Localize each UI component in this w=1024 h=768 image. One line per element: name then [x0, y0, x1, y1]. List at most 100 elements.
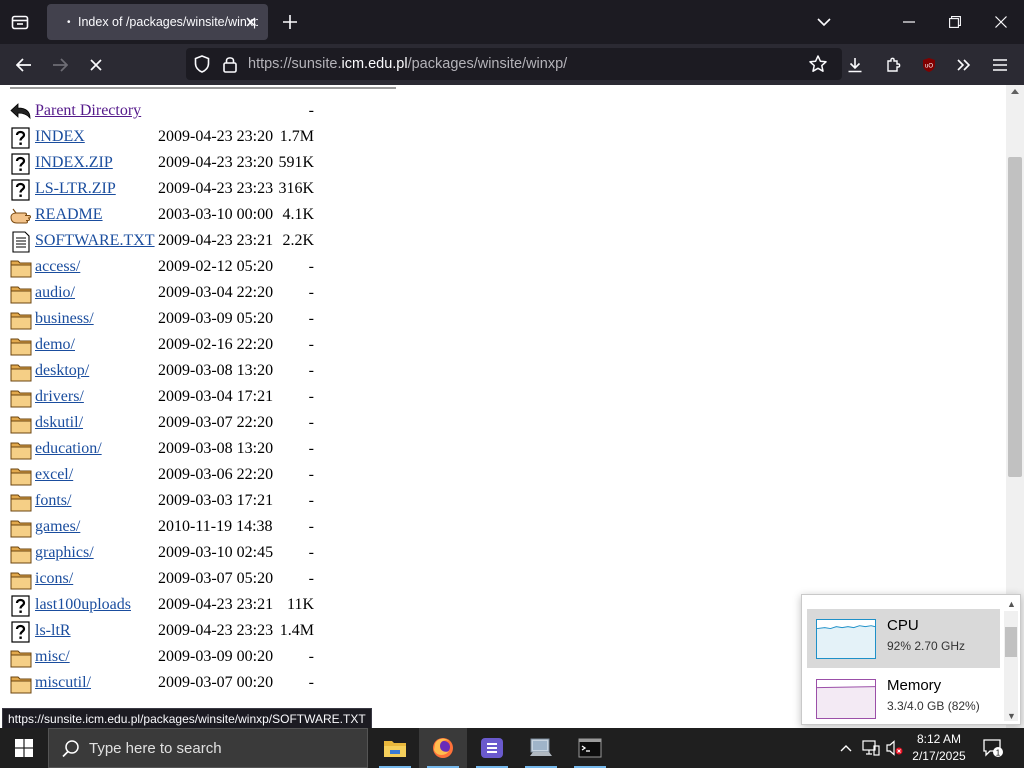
close-icon [995, 16, 1007, 28]
address-bar[interactable]: https://sunsite.icm.edu.pl/packages/wins… [186, 48, 842, 80]
stop-icon [90, 59, 102, 71]
list-all-tabs-button[interactable] [810, 8, 838, 36]
listing-link[interactable]: access/ [35, 258, 80, 276]
taskbar-search[interactable]: Type here to search [48, 728, 368, 768]
more-tools-button[interactable] [949, 50, 979, 80]
listing-date: 2009-04-23 23:21 [158, 596, 274, 613]
network-app[interactable] [517, 728, 565, 768]
extensions-button[interactable] [878, 50, 908, 80]
parent-directory-link[interactable]: Parent Directory [35, 102, 141, 120]
start-button[interactable] [0, 728, 48, 768]
listing-date: 2009-03-07 05:20 [158, 570, 274, 587]
url-text[interactable]: https://sunsite.icm.edu.pl/packages/wins… [248, 56, 567, 72]
chevron-up-icon[interactable]: ▲ [1007, 599, 1016, 609]
minimize-button[interactable] [886, 0, 932, 44]
hamburger-menu-icon [993, 59, 1007, 71]
listing-link[interactable]: INDEX.ZIP [35, 154, 113, 172]
new-tab-button[interactable] [276, 8, 304, 36]
cpu-graph [816, 619, 876, 659]
listing-row: dskutil/2009-03-07 22:20 - [10, 411, 330, 437]
listing-size: - [308, 440, 314, 457]
terminal-app[interactable] [566, 728, 614, 768]
horizontal-rule [10, 87, 396, 89]
listing-link[interactable]: audio/ [35, 284, 75, 302]
folder-icon [10, 572, 32, 590]
lock-icon[interactable] [220, 54, 240, 74]
maximize-button[interactable] [932, 0, 978, 44]
listing-link[interactable]: games/ [35, 518, 80, 536]
flyout-scroll-thumb[interactable] [1005, 627, 1017, 657]
back-button[interactable] [9, 50, 39, 80]
app-menu-button[interactable] [985, 50, 1015, 80]
folder-icon [10, 468, 32, 486]
listing-link[interactable]: SOFTWARE.TXT [35, 232, 155, 250]
listing-link[interactable]: fonts/ [35, 492, 71, 510]
close-window-button[interactable] [978, 0, 1024, 44]
listing-link[interactable]: miscutil/ [35, 674, 91, 692]
listing-link[interactable]: README [35, 206, 103, 224]
firefox-app[interactable] [419, 728, 467, 768]
listing-size: 316K [278, 180, 314, 197]
listing-link[interactable]: business/ [35, 310, 94, 328]
listing-size: - [308, 310, 314, 327]
text-editor-app[interactable] [468, 728, 516, 768]
bookmark-star-icon[interactable] [808, 54, 828, 74]
listing-size: 11K [287, 596, 314, 613]
computer-network-icon [530, 738, 552, 756]
listing-link[interactable]: excel/ [35, 466, 73, 484]
file-explorer-app[interactable] [371, 728, 419, 768]
taskbar-clock[interactable]: 8:12 AM 2/17/2025 [904, 731, 974, 765]
firefox-view-button[interactable] [6, 8, 34, 36]
shield-icon[interactable] [192, 54, 212, 74]
listing-size: - [308, 336, 314, 353]
listing-link[interactable]: icons/ [35, 570, 73, 588]
listing-link[interactable]: drivers/ [35, 388, 84, 406]
listing-date: 2009-02-16 22:20 [158, 336, 274, 353]
unknown-file-icon [11, 127, 30, 149]
listing-size: - [308, 544, 314, 561]
cpu-item[interactable]: CPU 92% 2.70 GHz [807, 609, 1000, 668]
terminal-icon [578, 738, 602, 758]
listing-link[interactable]: ls-ltR [35, 622, 71, 640]
scrollbar-thumb[interactable] [1008, 157, 1022, 477]
listing-row: ls-ltR 2009-04-23 23:23 1.4M [10, 619, 330, 645]
listing-link[interactable]: LS-LTR.ZIP [35, 180, 116, 198]
folder-icon [10, 416, 32, 434]
listing-link[interactable]: misc/ [35, 648, 70, 666]
minimize-icon [903, 21, 915, 23]
listing-link[interactable]: demo/ [35, 336, 75, 354]
volume-tray-button[interactable] [884, 728, 906, 768]
chevron-up-icon [840, 745, 852, 752]
folder-icon [384, 741, 406, 757]
memory-item[interactable]: Memory 3.3/4.0 GB (82%) [807, 669, 1000, 728]
listing-link[interactable]: desktop/ [35, 362, 89, 380]
chevron-down-icon[interactable]: ▼ [1007, 711, 1016, 721]
active-tab[interactable]: • Index of /packages/winsite/winxp/ [47, 4, 268, 40]
memory-title: Memory [887, 677, 942, 694]
stop-button[interactable] [81, 50, 111, 80]
listing-row: miscutil/2009-03-07 00:20 - [10, 671, 330, 697]
listing-size: 4.1K [282, 206, 314, 223]
close-icon [246, 17, 256, 27]
tab-close-button[interactable] [242, 13, 260, 31]
scroll-up-arrow-icon[interactable] [1011, 89, 1019, 94]
listing-link[interactable]: INDEX [35, 128, 85, 146]
network-tray-button[interactable] [860, 728, 882, 768]
listing-date: 2009-03-06 22:20 [158, 466, 274, 483]
listing-link[interactable]: graphics/ [35, 544, 94, 562]
listing-row: games/2010-11-19 14:38 - [10, 515, 330, 541]
show-hidden-icons-button[interactable] [836, 728, 856, 768]
downloads-button[interactable] [840, 50, 870, 80]
forward-button[interactable] [45, 50, 75, 80]
ublock-button[interactable]: uO [914, 50, 944, 80]
listing-link[interactable]: dskutil/ [35, 414, 83, 432]
firefox-icon [433, 738, 453, 758]
listing-row: desktop/2009-03-08 13:20 - [10, 359, 330, 385]
folder-icon [10, 442, 32, 460]
cpu-usage: 92% 2.70 GHz [887, 639, 966, 653]
listing-link[interactable]: last100uploads [35, 596, 131, 614]
listing-link[interactable]: education/ [35, 440, 102, 458]
action-center-button[interactable]: 1 [980, 728, 1006, 768]
flyout-scrollbar[interactable]: ▲ ▼ [1004, 599, 1018, 721]
listing-date: 2009-03-04 17:21 [158, 388, 274, 405]
